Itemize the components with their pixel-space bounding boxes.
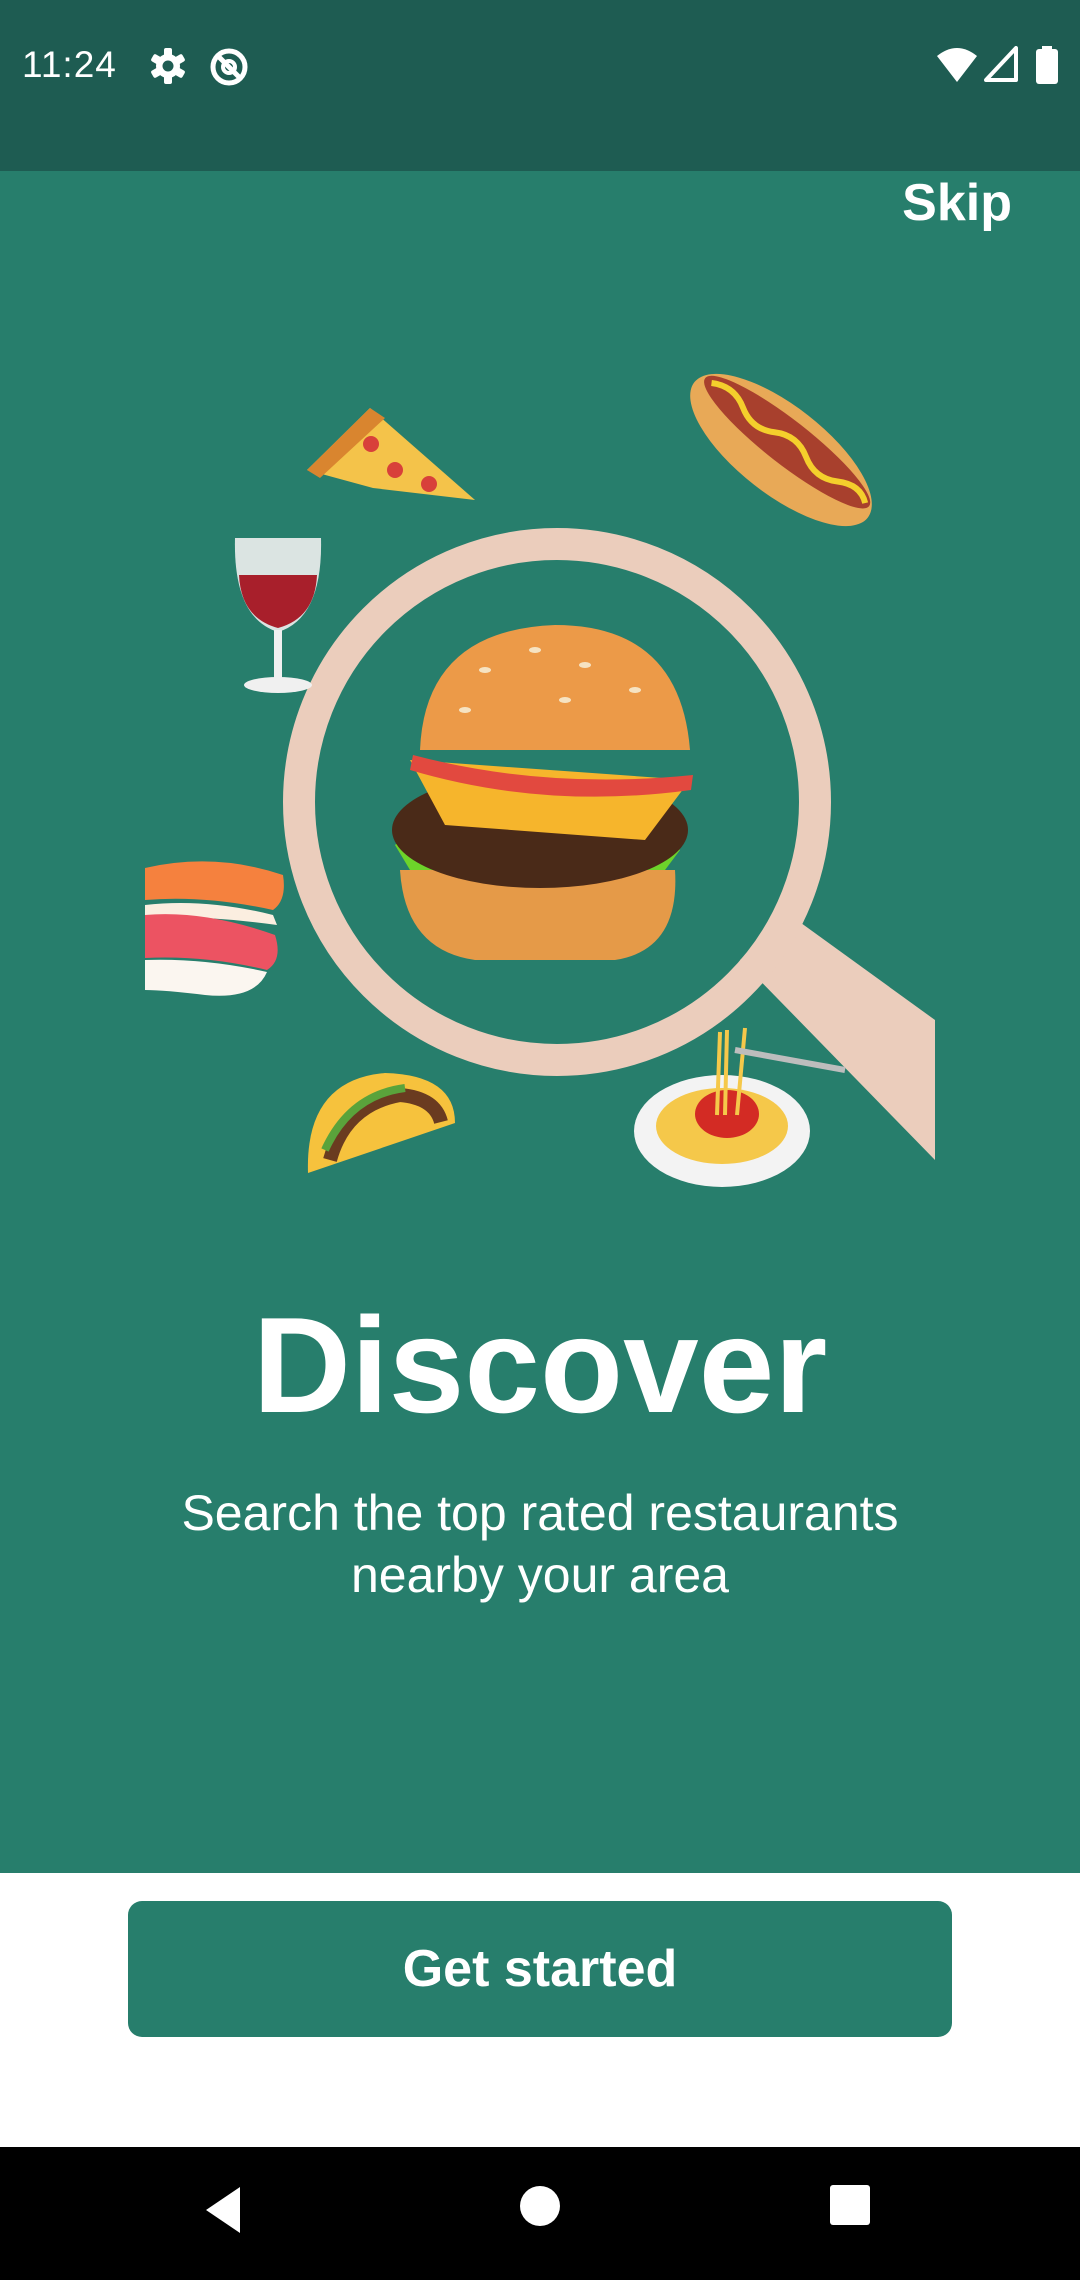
get-started-button[interactable]: Get started xyxy=(128,1901,952,2037)
page-subtitle: Search the top rated restaurants nearby … xyxy=(181,1485,899,1603)
taco-icon xyxy=(307,1073,455,1173)
status-time: 11:24 xyxy=(22,44,117,85)
skip-button[interactable]: Skip xyxy=(902,173,1012,233)
battery-icon xyxy=(1036,46,1058,84)
hotdog-icon xyxy=(690,373,872,527)
signal-icon xyxy=(984,46,1018,82)
status-bar: 11:24 xyxy=(0,0,1080,171)
settings-icon xyxy=(151,48,185,84)
page-title: Discover xyxy=(252,1289,828,1441)
navigation-bar xyxy=(0,2147,1080,2280)
sushi-icon xyxy=(145,861,284,996)
back-icon[interactable] xyxy=(200,2183,250,2237)
pizza-icon xyxy=(307,408,475,500)
discover-illustration xyxy=(145,373,935,1187)
do-not-disturb-icon xyxy=(210,48,248,86)
home-icon[interactable] xyxy=(517,2183,563,2229)
recents-icon[interactable] xyxy=(828,2183,872,2227)
burger-icon xyxy=(392,625,693,960)
wine-icon xyxy=(234,538,322,693)
wifi-icon xyxy=(937,48,977,82)
